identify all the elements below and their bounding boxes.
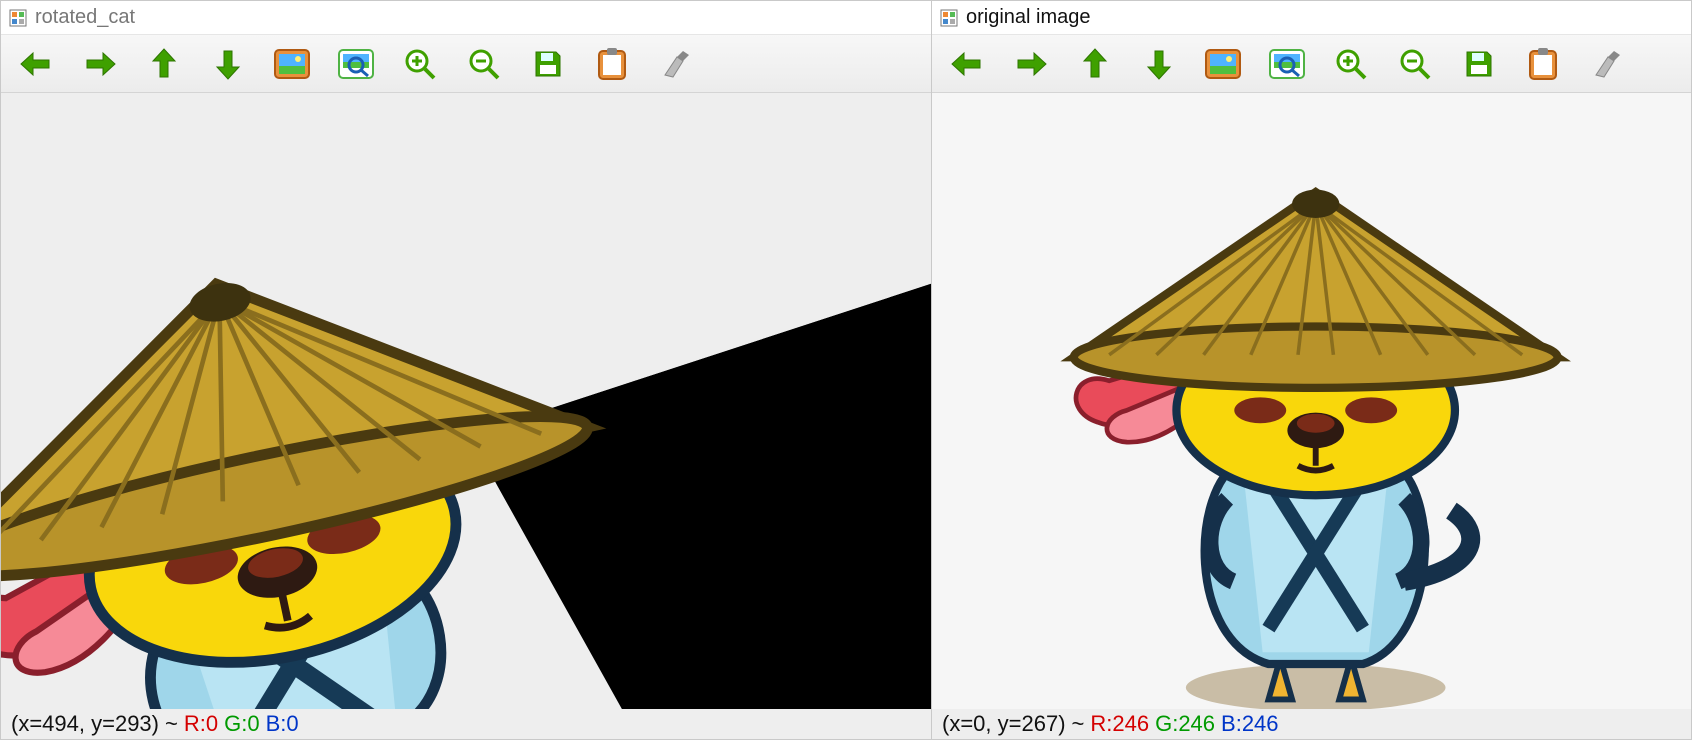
titlebar-right[interactable]: original image <box>932 1 1691 35</box>
arrow-down-icon[interactable] <box>209 45 247 83</box>
image-icon[interactable] <box>1204 45 1242 83</box>
magnify-region-icon[interactable] <box>337 45 375 83</box>
cursor-coords: (x=0, y=267) <box>942 711 1066 737</box>
arrow-down-icon[interactable] <box>1140 45 1178 83</box>
arrow-up-icon[interactable] <box>1076 45 1114 83</box>
image-canvas-left[interactable] <box>1 93 931 709</box>
clipboard-icon[interactable] <box>1524 45 1562 83</box>
status-r: R:246 <box>1090 711 1149 737</box>
app-icon <box>9 9 27 27</box>
save-icon[interactable] <box>1460 45 1498 83</box>
arrow-right-icon[interactable] <box>81 45 119 83</box>
save-icon[interactable] <box>529 45 567 83</box>
zoom-out-icon[interactable] <box>1396 45 1434 83</box>
status-g: G:0 <box>224 711 259 737</box>
statusbar-right: (x=0, y=267) ~ R:246 G:246 B:246 <box>932 709 1691 739</box>
status-b: B:0 <box>266 711 299 737</box>
status-r: R:0 <box>184 711 218 737</box>
window-rotated-cat: rotated_cat <box>0 0 932 740</box>
image-icon[interactable] <box>273 45 311 83</box>
brush-icon[interactable] <box>1588 45 1626 83</box>
zoom-out-icon[interactable] <box>465 45 503 83</box>
window-title: original image <box>966 6 1091 29</box>
app-icon <box>940 9 958 27</box>
status-b: B:246 <box>1221 711 1279 737</box>
status-sep: ~ <box>1072 711 1085 737</box>
cursor-coords: (x=494, y=293) <box>11 711 159 737</box>
arrow-right-icon[interactable] <box>1012 45 1050 83</box>
arrow-left-icon[interactable] <box>17 45 55 83</box>
arrow-up-icon[interactable] <box>145 45 183 83</box>
brush-icon[interactable] <box>657 45 695 83</box>
toolbar-left <box>1 35 931 93</box>
titlebar-left[interactable]: rotated_cat <box>1 1 931 35</box>
window-title: rotated_cat <box>35 6 135 29</box>
status-sep: ~ <box>165 711 178 737</box>
magnify-region-icon[interactable] <box>1268 45 1306 83</box>
window-original-image: original image <box>932 0 1692 740</box>
arrow-left-icon[interactable] <box>948 45 986 83</box>
toolbar-right <box>932 35 1691 93</box>
image-canvas-right[interactable] <box>932 93 1691 709</box>
zoom-in-icon[interactable] <box>401 45 439 83</box>
zoom-in-icon[interactable] <box>1332 45 1370 83</box>
statusbar-left: (x=494, y=293) ~ R:0 G:0 B:0 <box>1 709 931 739</box>
status-g: G:246 <box>1155 711 1215 737</box>
clipboard-icon[interactable] <box>593 45 631 83</box>
